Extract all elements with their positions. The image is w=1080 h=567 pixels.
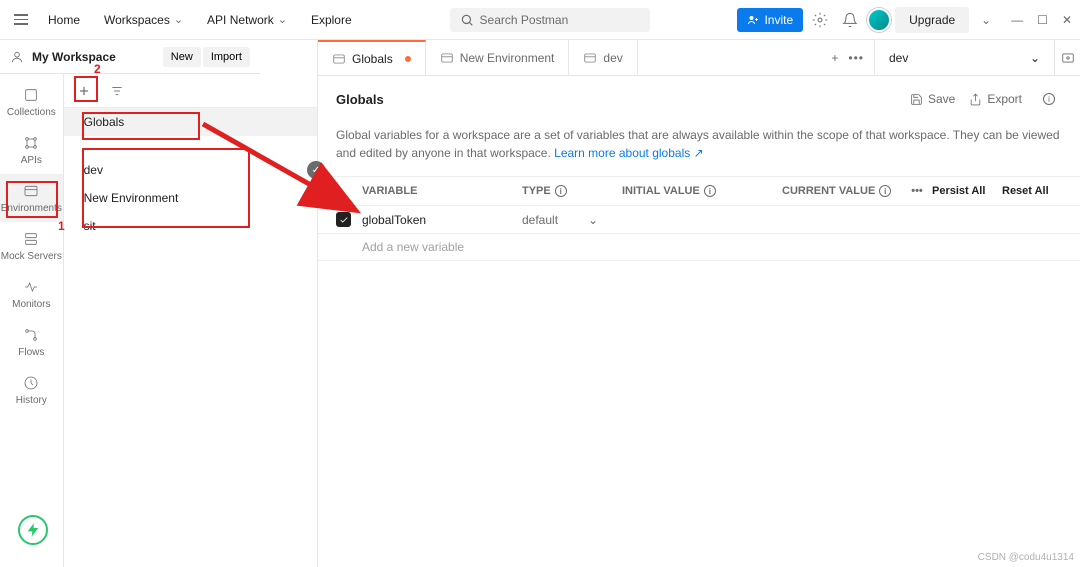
env-tab-icon [440, 51, 454, 65]
variables-table: VARIABLE TYPEi INITIAL VALUEi CURRENT VA… [318, 177, 1080, 261]
rail-environments[interactable]: Environments [0, 174, 63, 222]
export-icon [969, 93, 982, 106]
persist-all-button[interactable]: Persist All [932, 185, 1002, 197]
add-tab-icon[interactable]: + [831, 51, 838, 65]
env-tab-icon [583, 51, 597, 65]
rail-monitors[interactable]: Monitors [0, 270, 63, 318]
notifications-icon[interactable] [837, 7, 863, 33]
chevron-down-icon: ⌄ [588, 213, 598, 227]
runner-icon[interactable] [18, 515, 48, 545]
add-variable-row[interactable]: Add a new variable [318, 234, 1080, 261]
history-icon [22, 374, 40, 392]
th-initial: INITIAL VALUEi [622, 185, 782, 197]
settings-icon[interactable] [807, 7, 833, 33]
maximize-icon[interactable]: ☐ [1037, 13, 1048, 27]
search-placeholder: Search Postman [480, 13, 569, 27]
nav-workspaces[interactable]: Workspaces [94, 7, 193, 33]
rail-collections[interactable]: Collections [0, 78, 63, 126]
upgrade-button[interactable]: Upgrade [895, 7, 969, 33]
table-row[interactable]: globalToken default⌄ [318, 206, 1080, 234]
page-description: Global variables for a workspace are a s… [318, 122, 1080, 177]
search-icon [460, 13, 474, 27]
env-item-new-environment[interactable]: New Environment [64, 184, 317, 212]
upgrade-chevron-icon[interactable]: ⌄ [973, 7, 999, 33]
export-button[interactable]: Export [969, 92, 1022, 106]
invite-icon [747, 14, 759, 26]
editor-tabs: Globals New Environment dev + ••• dev ⌄ [318, 40, 1080, 76]
th-type: TYPEi [522, 185, 622, 197]
environment-sidebar: Globals dev ✓ New Environment sit [64, 40, 318, 567]
variable-name-cell[interactable]: globalToken [362, 213, 522, 227]
minimize-icon[interactable]: — [1011, 13, 1023, 27]
info-icon[interactable]: i [704, 185, 716, 197]
th-current: CURRENT VALUEi [782, 185, 902, 197]
info-icon[interactable]: i [879, 185, 891, 197]
tab-new-environment[interactable]: New Environment [426, 40, 570, 75]
page-title: Globals [336, 92, 384, 107]
person-icon [10, 50, 24, 64]
nav-explore[interactable]: Explore [301, 7, 362, 33]
page-subheader: Globals Save Export i [318, 76, 1080, 122]
invite-button[interactable]: Invite [737, 8, 803, 32]
save-button[interactable]: Save [910, 92, 955, 106]
new-button[interactable]: New [163, 47, 201, 67]
tab-overflow-icon[interactable]: ••• [848, 51, 864, 65]
main-panel: Globals New Environment dev + ••• dev ⌄ [318, 40, 1080, 567]
chevron-down-icon: ⌄ [1030, 51, 1040, 65]
apis-icon [22, 134, 40, 152]
table-header: VARIABLE TYPEi INITIAL VALUEi CURRENT VA… [318, 177, 1080, 206]
mock-icon [22, 230, 40, 248]
filter-icon[interactable] [104, 78, 130, 104]
avatar[interactable] [867, 8, 891, 32]
th-variable: VARIABLE [362, 185, 522, 197]
env-tab-icon [332, 52, 346, 66]
tab-dev[interactable]: dev [569, 40, 637, 75]
env-item-dev[interactable]: dev ✓ [64, 156, 317, 184]
unsaved-dot-icon [405, 56, 411, 62]
flows-icon [22, 326, 40, 344]
watermark: CSDN @codu4u1314 [978, 552, 1074, 563]
rail-flows[interactable]: Flows [0, 318, 63, 366]
rail-apis[interactable]: APIs [0, 126, 63, 174]
tab-globals[interactable]: Globals [318, 40, 426, 75]
add-environment-button[interactable] [72, 79, 96, 103]
hamburger-icon[interactable] [8, 8, 34, 31]
environment-selector[interactable]: dev ⌄ [874, 40, 1054, 75]
row-checkbox[interactable] [336, 212, 351, 227]
top-bar: Home Workspaces API Network Explore Sear… [0, 0, 1080, 40]
rail-history[interactable]: History [0, 366, 63, 414]
collections-icon [22, 86, 40, 104]
workspace-title: My Workspace [32, 50, 116, 64]
learn-more-link[interactable]: Learn more about globals ↗ [554, 146, 703, 160]
plus-icon [77, 84, 91, 98]
window-controls: — ☐ ✕ [1011, 13, 1072, 27]
info-icon[interactable]: i [555, 185, 567, 197]
environments-icon [22, 182, 40, 200]
th-more[interactable]: ••• [902, 185, 932, 197]
import-button[interactable]: Import [203, 47, 250, 67]
left-rail: Collections APIs Environments Mock Serve… [0, 40, 64, 567]
active-env-check-icon: ✓ [307, 161, 325, 179]
search-input[interactable]: Search Postman [450, 8, 650, 32]
workspace-header: My Workspace New Import [0, 40, 260, 74]
nav-home[interactable]: Home [38, 7, 90, 33]
env-item-sit[interactable]: sit [64, 212, 317, 240]
monitors-icon [22, 278, 40, 296]
env-item-globals[interactable]: Globals [64, 108, 317, 136]
nav-api-network[interactable]: API Network [197, 7, 297, 33]
reset-all-button[interactable]: Reset All [1002, 185, 1062, 197]
close-icon[interactable]: ✕ [1062, 13, 1072, 27]
save-icon [910, 93, 923, 106]
rail-mock-servers[interactable]: Mock Servers [0, 222, 63, 270]
variable-type-cell[interactable]: default⌄ [522, 213, 622, 227]
info-icon[interactable]: i [1036, 86, 1062, 112]
env-quicklook-icon[interactable] [1054, 40, 1080, 75]
